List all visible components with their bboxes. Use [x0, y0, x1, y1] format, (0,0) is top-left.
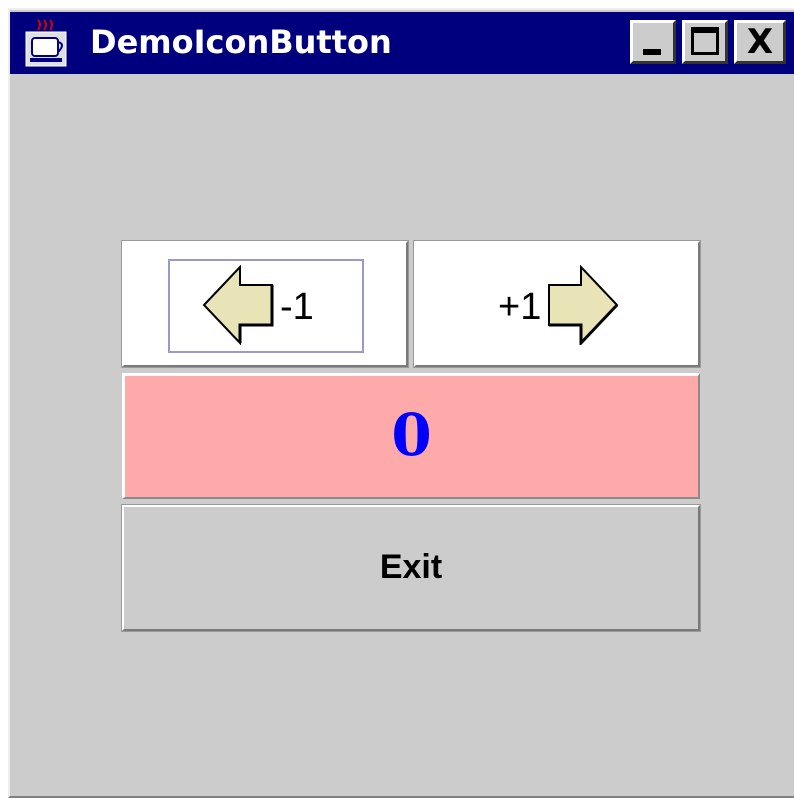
- minimize-button[interactable]: [630, 20, 676, 64]
- exit-button[interactable]: Exit: [121, 504, 701, 632]
- counter-display: 0: [122, 373, 700, 499]
- counter-value: 0: [391, 401, 432, 469]
- decrement-button-content: -1: [202, 263, 314, 350]
- exit-label: Exit: [379, 548, 443, 586]
- maximize-icon: [691, 27, 719, 55]
- increment-label: +1: [498, 286, 542, 328]
- right-arrow-icon: [545, 263, 619, 350]
- maximize-button[interactable]: [682, 20, 728, 64]
- close-icon: X: [746, 22, 774, 62]
- window-title: DemoIconButton: [90, 23, 392, 61]
- decrement-button[interactable]: -1: [121, 240, 409, 368]
- minimize-icon: [643, 49, 661, 55]
- content-panel: -1 +1 0 Exit: [120, 239, 701, 632]
- decrement-label: -1: [280, 286, 314, 328]
- java-cup-icon: [24, 18, 68, 68]
- close-button[interactable]: X: [734, 20, 786, 64]
- increment-button-content: +1: [498, 263, 619, 350]
- left-arrow-icon: [202, 263, 276, 350]
- increment-button[interactable]: +1: [413, 240, 701, 368]
- title-bar[interactable]: DemoIconButton X: [10, 12, 794, 74]
